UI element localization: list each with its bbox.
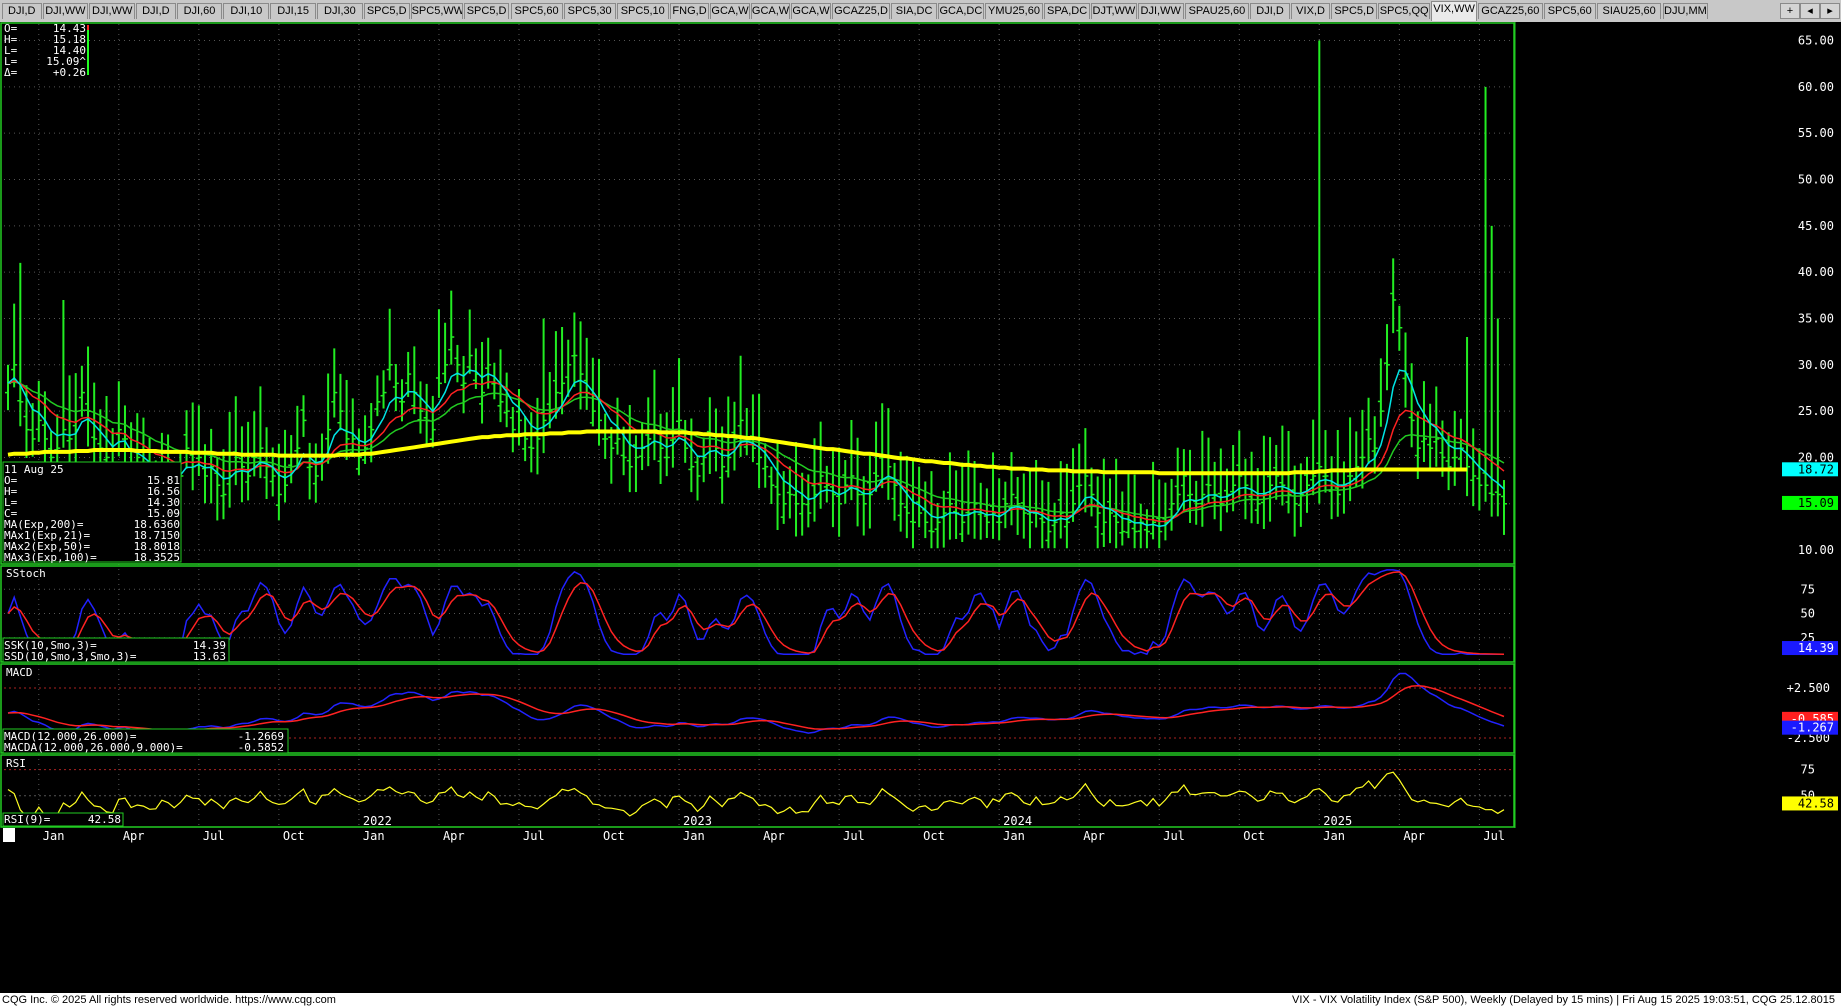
sstoch-tick-label: 75	[1801, 582, 1815, 596]
month-label: Apr	[1083, 829, 1105, 843]
price-tick-label: 35.00	[1798, 311, 1834, 325]
tab-dji-15-6[interactable]: DJI,15	[270, 3, 316, 19]
month-label: Jan	[43, 829, 65, 843]
bar-info-label: MAx3(Exp,100)=	[4, 551, 97, 564]
tab-dji-d-26[interactable]: DJI,D	[1250, 3, 1290, 19]
tab-spa-dc-22[interactable]: SPA,DC	[1044, 3, 1090, 19]
bar-info-value: 18.3525	[134, 551, 180, 564]
price-tick-label: 30.00	[1798, 358, 1834, 372]
month-label: Apr	[443, 829, 465, 843]
price-tick-label: 65.00	[1798, 34, 1834, 48]
year-label: 2023	[683, 814, 712, 828]
month-label: Jan	[1323, 829, 1345, 843]
quote-value: +0.26	[53, 66, 86, 79]
price-tick-label: 40.00	[1798, 265, 1834, 279]
price-tick-label: 55.00	[1798, 126, 1834, 140]
month-label: Jan	[683, 829, 705, 843]
month-label: Jul	[523, 829, 545, 843]
month-label: Apr	[1403, 829, 1425, 843]
ssd-label: SSD(10,Smo,3,Smo,3)=	[4, 650, 137, 663]
tab-gca-w-15[interactable]: GCA,W	[710, 3, 750, 19]
tab-spc5-60-11[interactable]: SPC5,60	[510, 3, 563, 19]
tab-vix-d-27[interactable]: VIX,D	[1290, 3, 1331, 19]
chart-status-text: VIX - VIX Volatility Index (S&P 500), We…	[1292, 994, 1835, 1006]
tab-spc5-d-10[interactable]: SPC5,D	[463, 3, 510, 19]
month-label: Jul	[1483, 829, 1505, 843]
price-tick-label: 50.00	[1798, 173, 1834, 187]
month-label: Oct	[1243, 829, 1265, 843]
tab-dji-ww-24[interactable]: DJI,WW	[1137, 3, 1184, 19]
month-label: Jan	[363, 829, 385, 843]
tab-spc5-d-8[interactable]: SPC5,D	[363, 3, 410, 19]
tab-spc5-qq-29[interactable]: SPC5,QQ	[1378, 3, 1431, 19]
price-tick-label: 10.00	[1798, 543, 1834, 557]
month-label: Jul	[203, 829, 225, 843]
macda-value: -0.5852	[238, 741, 284, 754]
year-label: 2024	[1003, 814, 1032, 828]
rsi-value: 42.58	[88, 813, 121, 826]
tab-gcaz25-60-31[interactable]: GCAZ25,60	[1478, 3, 1543, 19]
tab-ymu25-60-21[interactable]: YMU25,60	[984, 3, 1044, 19]
tab-spc5-30-12[interactable]: SPC5,30	[563, 3, 616, 19]
rsi-tick-label: 75	[1801, 763, 1815, 777]
tab-spau25-60-25[interactable]: SPAU25,60	[1184, 3, 1250, 19]
copyright-text: CQG Inc. © 2025 All rights reserved worl…	[2, 994, 336, 1006]
tab-sia-dc-19[interactable]: SIA,DC	[891, 3, 937, 19]
price-tick-label: 60.00	[1798, 80, 1834, 94]
tab-djt-ww-23[interactable]: DJT,WW	[1091, 3, 1137, 19]
price-tick-label: 45.00	[1798, 219, 1834, 233]
tab-vix-ww-30[interactable]: VIX,WW	[1431, 1, 1477, 21]
macd-tick-label: +2.500	[1787, 681, 1830, 695]
tab-dju-mm-34[interactable]: DJU,MM	[1662, 3, 1709, 19]
sstoch-marker: 14.39	[1798, 641, 1834, 655]
month-label: Oct	[603, 829, 625, 843]
tab-gca-dc-20[interactable]: GCA,DC	[938, 3, 984, 19]
month-label: Oct	[923, 829, 945, 843]
month-label: Apr	[763, 829, 785, 843]
rsi-title: RSI	[6, 757, 26, 770]
status-footer: CQG Inc. © 2025 All rights reserved worl…	[0, 993, 1841, 1008]
tab-dji-60-4[interactable]: DJI,60	[176, 3, 223, 19]
price-marker-close: 15.09	[1798, 496, 1834, 510]
tab-spc5-d-28[interactable]: SPC5,D	[1331, 3, 1378, 19]
chart-tab-bar: DJI,D DJI,WW DJI,WW DJI,D DJI,60 DJI,10 DJI,15…	[0, 0, 1841, 23]
tab-scroll-left-button[interactable]: ◂	[1800, 3, 1820, 19]
price-marker-ma: 18.72	[1798, 462, 1834, 476]
ssd-value: 13.63	[193, 650, 226, 663]
month-label: Oct	[283, 829, 305, 843]
scroll-handle	[3, 828, 15, 842]
tab-gca-w-17[interactable]: GCA,W	[791, 3, 831, 19]
tab-dji-ww-2[interactable]: DJI,WW	[89, 3, 136, 19]
macda-label: MACDA(12.000,26.000,9.000)=	[4, 741, 183, 754]
macd-title: MACD	[6, 666, 33, 679]
macd-marker: -1.267	[1791, 721, 1834, 735]
sstoch-title: SStoch	[6, 567, 46, 580]
tab-dji-d-0[interactable]: DJI,D	[2, 3, 42, 19]
month-label: Jul	[843, 829, 865, 843]
tab-gca-w-16[interactable]: GCA,W	[750, 3, 791, 19]
tab-spc5-60-32[interactable]: SPC5,60	[1543, 3, 1596, 19]
month-label: Jul	[1163, 829, 1185, 843]
month-label: Apr	[123, 829, 145, 843]
year-label: 2022	[363, 814, 392, 828]
vix-weekly-chart[interactable]: 65.00 60.00 55.00 50.00 45.00 40.00 35.00 30.00…	[0, 22, 1841, 993]
sstoch-tick-label: 50	[1801, 607, 1815, 621]
tab-add-button[interactable]: +	[1780, 3, 1800, 19]
tab-siau25-60-33[interactable]: SIAU25,60	[1596, 3, 1662, 19]
quote-label: Δ=	[4, 66, 18, 79]
tab-dji-ww-1[interactable]: DJI,WW	[42, 3, 89, 19]
tab-dji-30-7[interactable]: DJI,30	[317, 3, 363, 19]
tab-scroll-right-button[interactable]: ▸	[1820, 3, 1840, 19]
tab-spc5-10-13[interactable]: SPC5,10	[616, 3, 669, 19]
rsi-marker: 42.58	[1798, 796, 1834, 810]
tab-spc5-ww-9[interactable]: SPC5,WW	[410, 3, 463, 19]
month-label: Jan	[1003, 829, 1025, 843]
price-tick-label: 25.00	[1798, 404, 1834, 418]
tab-dji-d-3[interactable]: DJI,D	[136, 3, 176, 19]
rsi-label: RSI(9)=	[4, 813, 51, 826]
year-label: 2025	[1323, 814, 1352, 828]
tab-gcaz25-d-18[interactable]: GCAZ25,D	[831, 3, 891, 19]
tab-dji-10-5[interactable]: DJI,10	[223, 3, 270, 19]
tab-fng-d-14[interactable]: FNG,D	[669, 3, 710, 19]
